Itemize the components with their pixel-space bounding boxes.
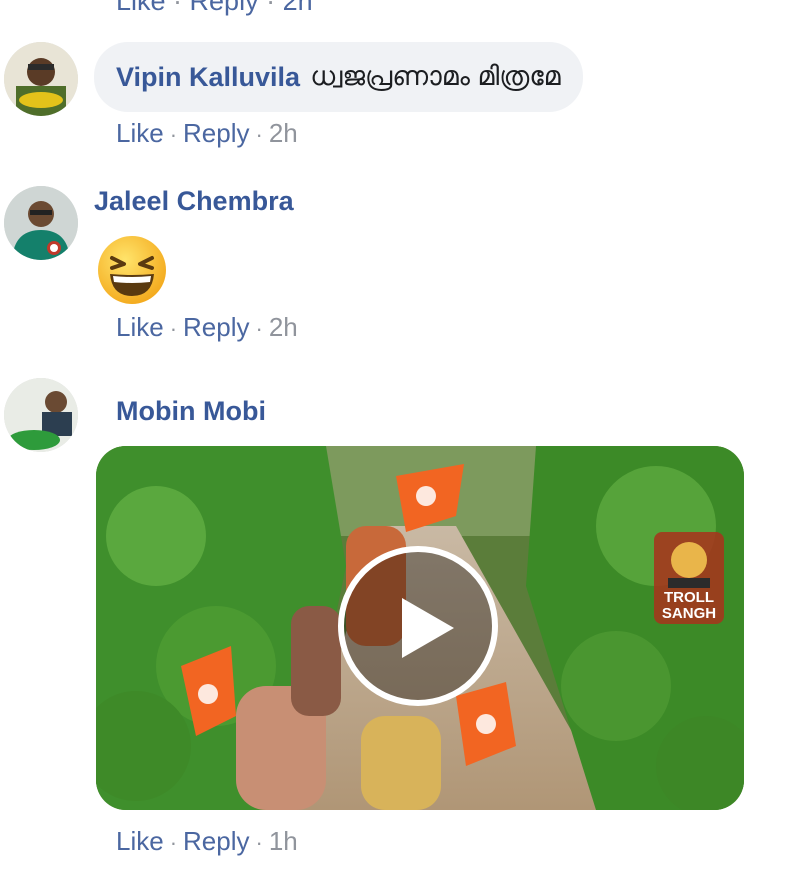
play-button[interactable] <box>338 546 498 706</box>
comment-bubble: Vipin Kalluvila ധ്വജപ്രണാമം മിത്രമേ <box>94 42 583 112</box>
comment-actions: Like · Reply · 1h <box>116 826 298 857</box>
grinning-squinting-face-icon <box>98 236 166 304</box>
avatar[interactable] <box>4 186 78 260</box>
video-attachment[interactable]: TROLL SANGH <box>96 446 744 810</box>
previous-comment-actions: Like · Reply · 2h <box>116 0 313 17</box>
timestamp[interactable]: 1h <box>269 826 298 857</box>
watermark-line: TROLL <box>664 589 714 606</box>
reply-link[interactable]: Reply <box>190 0 259 16</box>
separator: · <box>169 122 178 147</box>
timestamp[interactable]: 2h <box>283 0 313 16</box>
like-link[interactable]: Like <box>116 118 164 149</box>
separator: · <box>173 0 190 16</box>
reply-link[interactable]: Reply <box>183 118 249 149</box>
separator: · <box>255 316 263 341</box>
like-link[interactable]: Like <box>116 312 164 343</box>
comment-author[interactable]: Mobin Mobi <box>116 396 266 427</box>
separator: · <box>255 830 263 855</box>
comment-text: ധ്വജപ്രണാമം മിത്രമേ <box>310 61 561 91</box>
watermark-line: SANGH <box>661 605 717 622</box>
like-link[interactable]: Like <box>116 826 164 857</box>
separator: · <box>255 122 263 147</box>
like-link[interactable]: Like <box>116 0 166 16</box>
separator: · <box>266 0 283 16</box>
avatar[interactable] <box>4 378 78 452</box>
troll-sangh-watermark: TROLL SANGH <box>648 526 730 630</box>
comment-author[interactable]: Jaleel Chembra <box>94 186 294 217</box>
reply-link[interactable]: Reply <box>183 826 249 857</box>
comment-author[interactable]: Vipin Kalluvila <box>116 62 300 93</box>
comment-actions: Like · Reply · 2h <box>116 312 298 343</box>
separator: · <box>169 830 178 855</box>
timestamp[interactable]: 2h <box>269 312 298 343</box>
avatar[interactable] <box>4 42 78 116</box>
comment-actions: Like · Reply · 2h <box>116 118 298 149</box>
reply-link[interactable]: Reply <box>183 312 249 343</box>
timestamp[interactable]: 2h <box>269 118 298 149</box>
separator: · <box>169 316 178 341</box>
play-icon <box>402 598 454 658</box>
